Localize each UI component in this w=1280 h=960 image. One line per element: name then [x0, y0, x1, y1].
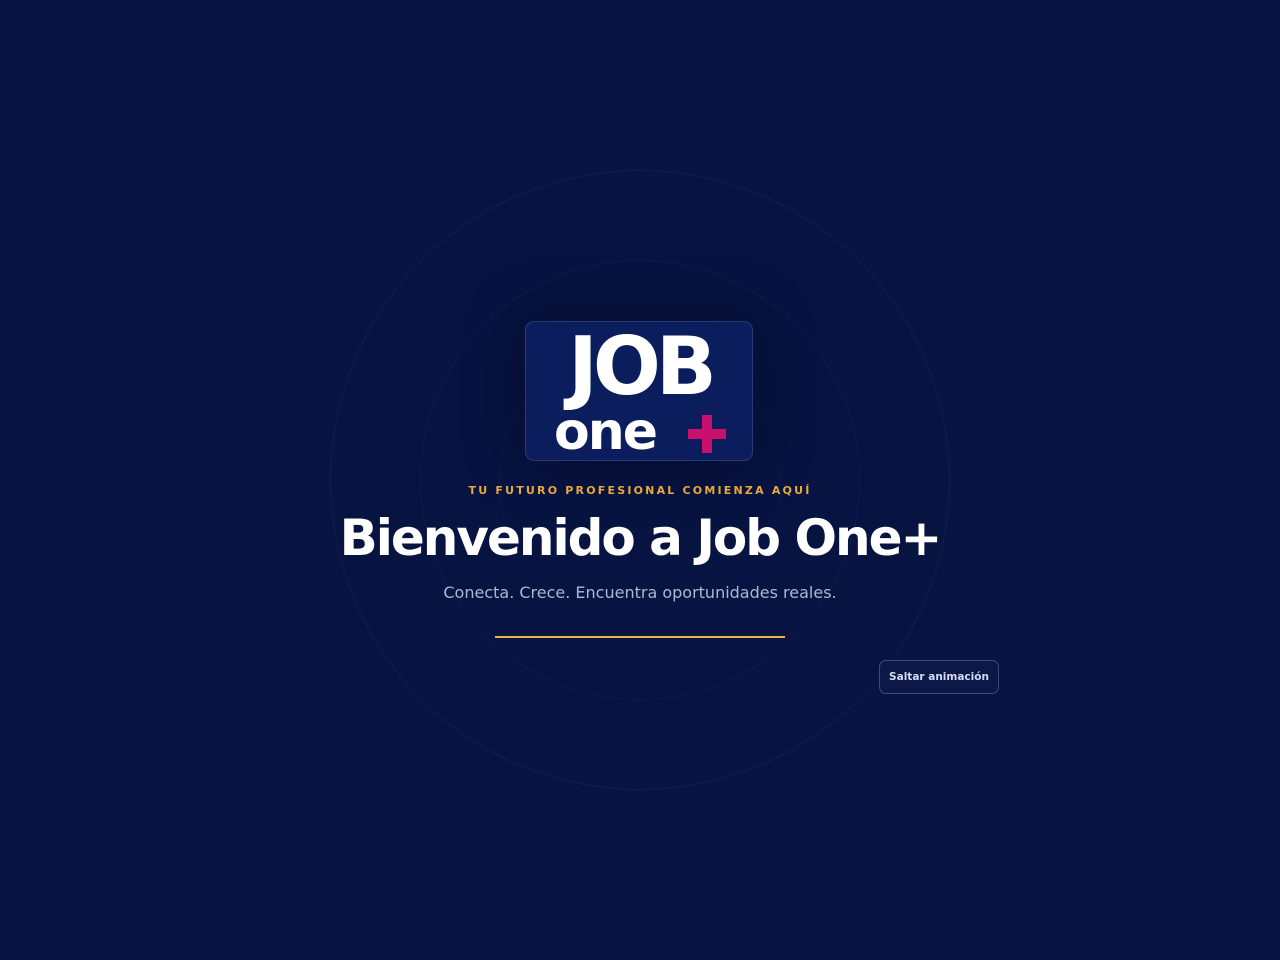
skip-animation-button[interactable]: Saltar animación [879, 660, 999, 694]
loading-progress-bar [495, 636, 785, 638]
loading-progress-fill [495, 636, 785, 638]
job-one-logo: JOB one [525, 321, 753, 461]
welcome-subtitle: Conecta. Crece. Encuentra oportunidades … [443, 583, 837, 602]
plus-icon [688, 415, 726, 453]
tagline: TU FUTURO PROFESIONAL COMIENZA AQUÍ [468, 484, 812, 497]
logo-text-one: one [554, 402, 658, 462]
welcome-title: Bienvenido a Job One+ [339, 509, 943, 567]
splash-screen: JOB one TU FUTURO PROFESIONAL COMIENZA A… [0, 0, 1280, 960]
logo-text-job: JOB [568, 320, 717, 413]
